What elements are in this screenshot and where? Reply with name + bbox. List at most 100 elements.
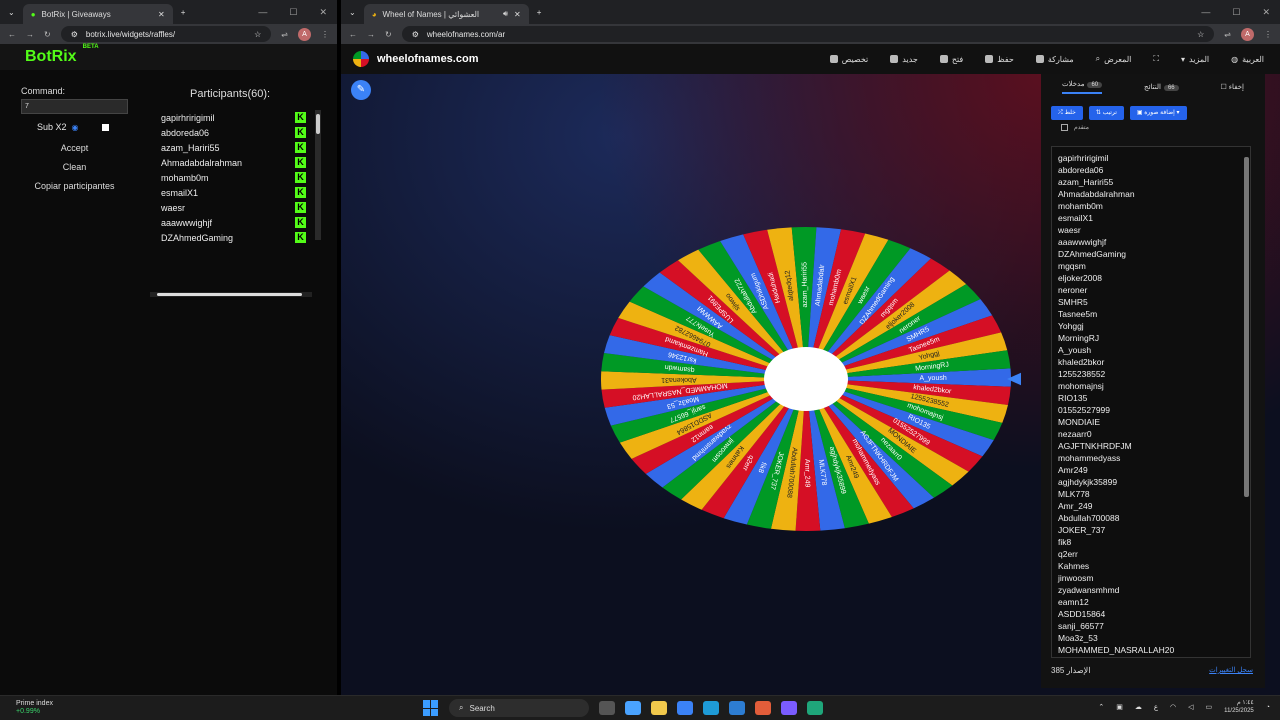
tab-results[interactable]: النتائج 66 <box>1144 83 1179 91</box>
edit-pencil-icon[interactable]: ✎ <box>351 80 371 100</box>
forward-icon[interactable]: → <box>367 30 375 39</box>
mail-icon[interactable] <box>729 701 745 715</box>
entry-line: eljoker2008 <box>1058 273 1102 283</box>
back-icon[interactable]: ← <box>8 30 16 39</box>
tab-close-icon[interactable]: ✕ <box>514 10 521 19</box>
new-tab-icon[interactable]: + <box>529 8 550 17</box>
info-icon[interactable]: ◉ <box>72 123 79 132</box>
minimize-icon[interactable]: — <box>258 7 267 18</box>
tab-menu-icon[interactable]: ⌄ <box>0 8 23 17</box>
menu-more[interactable]: ▾ المزيد <box>1181 54 1209 64</box>
store-icon[interactable] <box>677 701 693 715</box>
botrix-logo[interactable]: BotRix BETA <box>25 44 99 66</box>
edge-icon[interactable] <box>703 701 719 715</box>
chrome-icon[interactable] <box>755 701 771 715</box>
notifications-icon[interactable]: ◔ <box>1266 704 1270 711</box>
wheel-logo-icon[interactable] <box>353 51 369 67</box>
sort-button[interactable]: ⇅ ترتيب <box>1088 106 1124 120</box>
discord-icon[interactable] <box>781 701 797 715</box>
changelog-link[interactable]: سجل التغييرات <box>1209 666 1253 675</box>
menu-gallery[interactable]: ⌕ المعرض <box>1096 54 1132 64</box>
bookmark-star-icon[interactable]: ☆ <box>254 30 261 39</box>
tab-botrix[interactable]: ● BotRix | Giveaways ✕ <box>22 4 173 24</box>
wifi-icon[interactable]: ◠ <box>1170 703 1176 711</box>
names-scrollbar[interactable] <box>1244 157 1249 497</box>
participants-list[interactable]: gapirhririgimil Kabdoreda06 Kazam_Hariri55… <box>147 110 323 250</box>
sub-x2-checkbox[interactable] <box>101 123 109 131</box>
taskbar-search[interactable]: ⌕ Search <box>449 699 589 717</box>
advanced-toggle[interactable]: متقدم <box>1041 124 1265 131</box>
menu-language[interactable]: ◍ العربية <box>1231 54 1264 64</box>
browser-menu-icon[interactable]: ⋮ <box>321 30 329 39</box>
extensions-icon[interactable]: ⇌ <box>281 30 288 39</box>
clock[interactable]: ١:٤٤ م 11/25/2025 <box>1224 699 1254 715</box>
wheel-center-button[interactable] <box>764 347 848 411</box>
add-image-button[interactable]: ▣ إضافة صورة ▾ <box>1129 106 1187 120</box>
maximize-icon[interactable]: ☐ <box>289 7 297 18</box>
menu-open[interactable]: فتح <box>939 54 963 64</box>
participants-scrollbar[interactable] <box>315 110 321 240</box>
participant-name: DZAhmedGaming <box>161 232 234 243</box>
entry-line: mohammedyass <box>1058 453 1121 463</box>
command-input[interactable]: 7 <box>21 99 128 114</box>
copy-participants-button[interactable]: Copiar participantes <box>21 178 128 194</box>
forward-icon[interactable]: → <box>26 30 34 39</box>
tab-close-icon[interactable]: ✕ <box>158 10 165 19</box>
copilot-icon[interactable] <box>625 701 641 715</box>
shuffle-button[interactable]: ⤮ خلط <box>1051 106 1083 120</box>
names-textarea[interactable]: gapirhririgimil abdoreda06 azam_Hariri55 Ah… <box>1051 146 1251 658</box>
tab-hide[interactable]: ☐ إخفاء <box>1221 83 1244 91</box>
market-change: +0.99% <box>16 708 40 715</box>
windows-start-icon[interactable] <box>423 700 439 716</box>
volume-icon[interactable]: ◁ <box>1188 703 1193 711</box>
menu-share[interactable]: مشاركة <box>1035 54 1074 64</box>
audio-icon[interactable]: 🔊︎ <box>503 9 508 19</box>
search-label: Search <box>469 703 495 713</box>
tray-app-icon[interactable]: ▣ <box>1116 703 1123 711</box>
app-icon[interactable] <box>807 701 823 715</box>
tab-menu-icon[interactable]: ⌄ <box>341 8 364 17</box>
brand-name[interactable]: wheelofnames.com <box>377 53 478 65</box>
url-field[interactable]: ⚙ botrix.live/widgets/raffles/ ☆ <box>60 26 272 42</box>
clean-button[interactable]: Clean <box>21 159 128 175</box>
new-tab-icon[interactable]: + <box>173 8 194 17</box>
task-view-icon[interactable] <box>599 701 615 715</box>
tab-entries[interactable]: مدخلات 60 <box>1061 80 1103 94</box>
site-info-icon[interactable]: ⚙ <box>71 30 78 39</box>
bookmark-star-icon[interactable]: ☆ <box>1197 30 1204 39</box>
close-window-icon[interactable]: ✕ <box>319 7 327 18</box>
extensions-icon[interactable]: ⇌ <box>1224 30 1231 39</box>
battery-icon[interactable]: ▭ <box>1206 703 1213 711</box>
tab-wheel-of-names[interactable]: ◕ Wheel of Names | العشوائي 🔊︎ ✕ <box>363 4 529 24</box>
wheel[interactable]: A_youshkhaled2bkor1255238552mohomajnsjRI… <box>591 224 1021 544</box>
advanced-checkbox[interactable] <box>1061 124 1068 131</box>
file-explorer-icon[interactable] <box>651 701 667 715</box>
close-window-icon[interactable]: ✕ <box>1262 7 1270 18</box>
profile-avatar[interactable]: A <box>1241 27 1254 41</box>
site-info-icon[interactable]: ⚙ <box>412 30 419 39</box>
profile-avatar[interactable]: A <box>298 27 311 41</box>
menu-customize[interactable]: تخصيص <box>829 54 868 64</box>
tab-label: مدخلات <box>1061 81 1085 88</box>
cloud-icon[interactable]: ☁ <box>1135 703 1142 711</box>
reload-icon[interactable]: ↻ <box>385 30 392 39</box>
minimize-icon[interactable]: — <box>1201 7 1210 18</box>
participant-name: abdoreda06 <box>161 127 210 138</box>
maximize-icon[interactable]: ☐ <box>1232 7 1240 18</box>
participants-hscrollbar[interactable] <box>150 292 312 297</box>
chevron-up-icon[interactable]: ⌃ <box>1098 703 1104 711</box>
entry-line: MONDIAIE <box>1058 417 1101 427</box>
reload-icon[interactable]: ↻ <box>44 30 51 39</box>
market-widget[interactable]: Prime index +0.99% <box>16 700 53 716</box>
entry-line: azam_Hariri55 <box>1058 177 1114 187</box>
accept-button[interactable]: Accept <box>21 140 128 156</box>
beta-badge: BETA <box>82 44 99 50</box>
menu-new[interactable]: جديد <box>890 54 918 64</box>
browser-menu-icon[interactable]: ⋮ <box>1264 30 1272 39</box>
taskbar: Prime index +0.99% ⌕ Search ⌃ ▣ ☁ ع ◠ ◁ ▭… <box>0 695 1280 720</box>
back-icon[interactable]: ← <box>349 30 357 39</box>
url-field[interactable]: ⚙ wheelofnames.com/ar ☆ <box>401 26 1215 42</box>
menu-save[interactable]: حفظ <box>985 54 1014 64</box>
language-indicator[interactable]: ع <box>1154 703 1158 711</box>
menu-fullscreen[interactable]: ⛶ <box>1153 54 1159 64</box>
